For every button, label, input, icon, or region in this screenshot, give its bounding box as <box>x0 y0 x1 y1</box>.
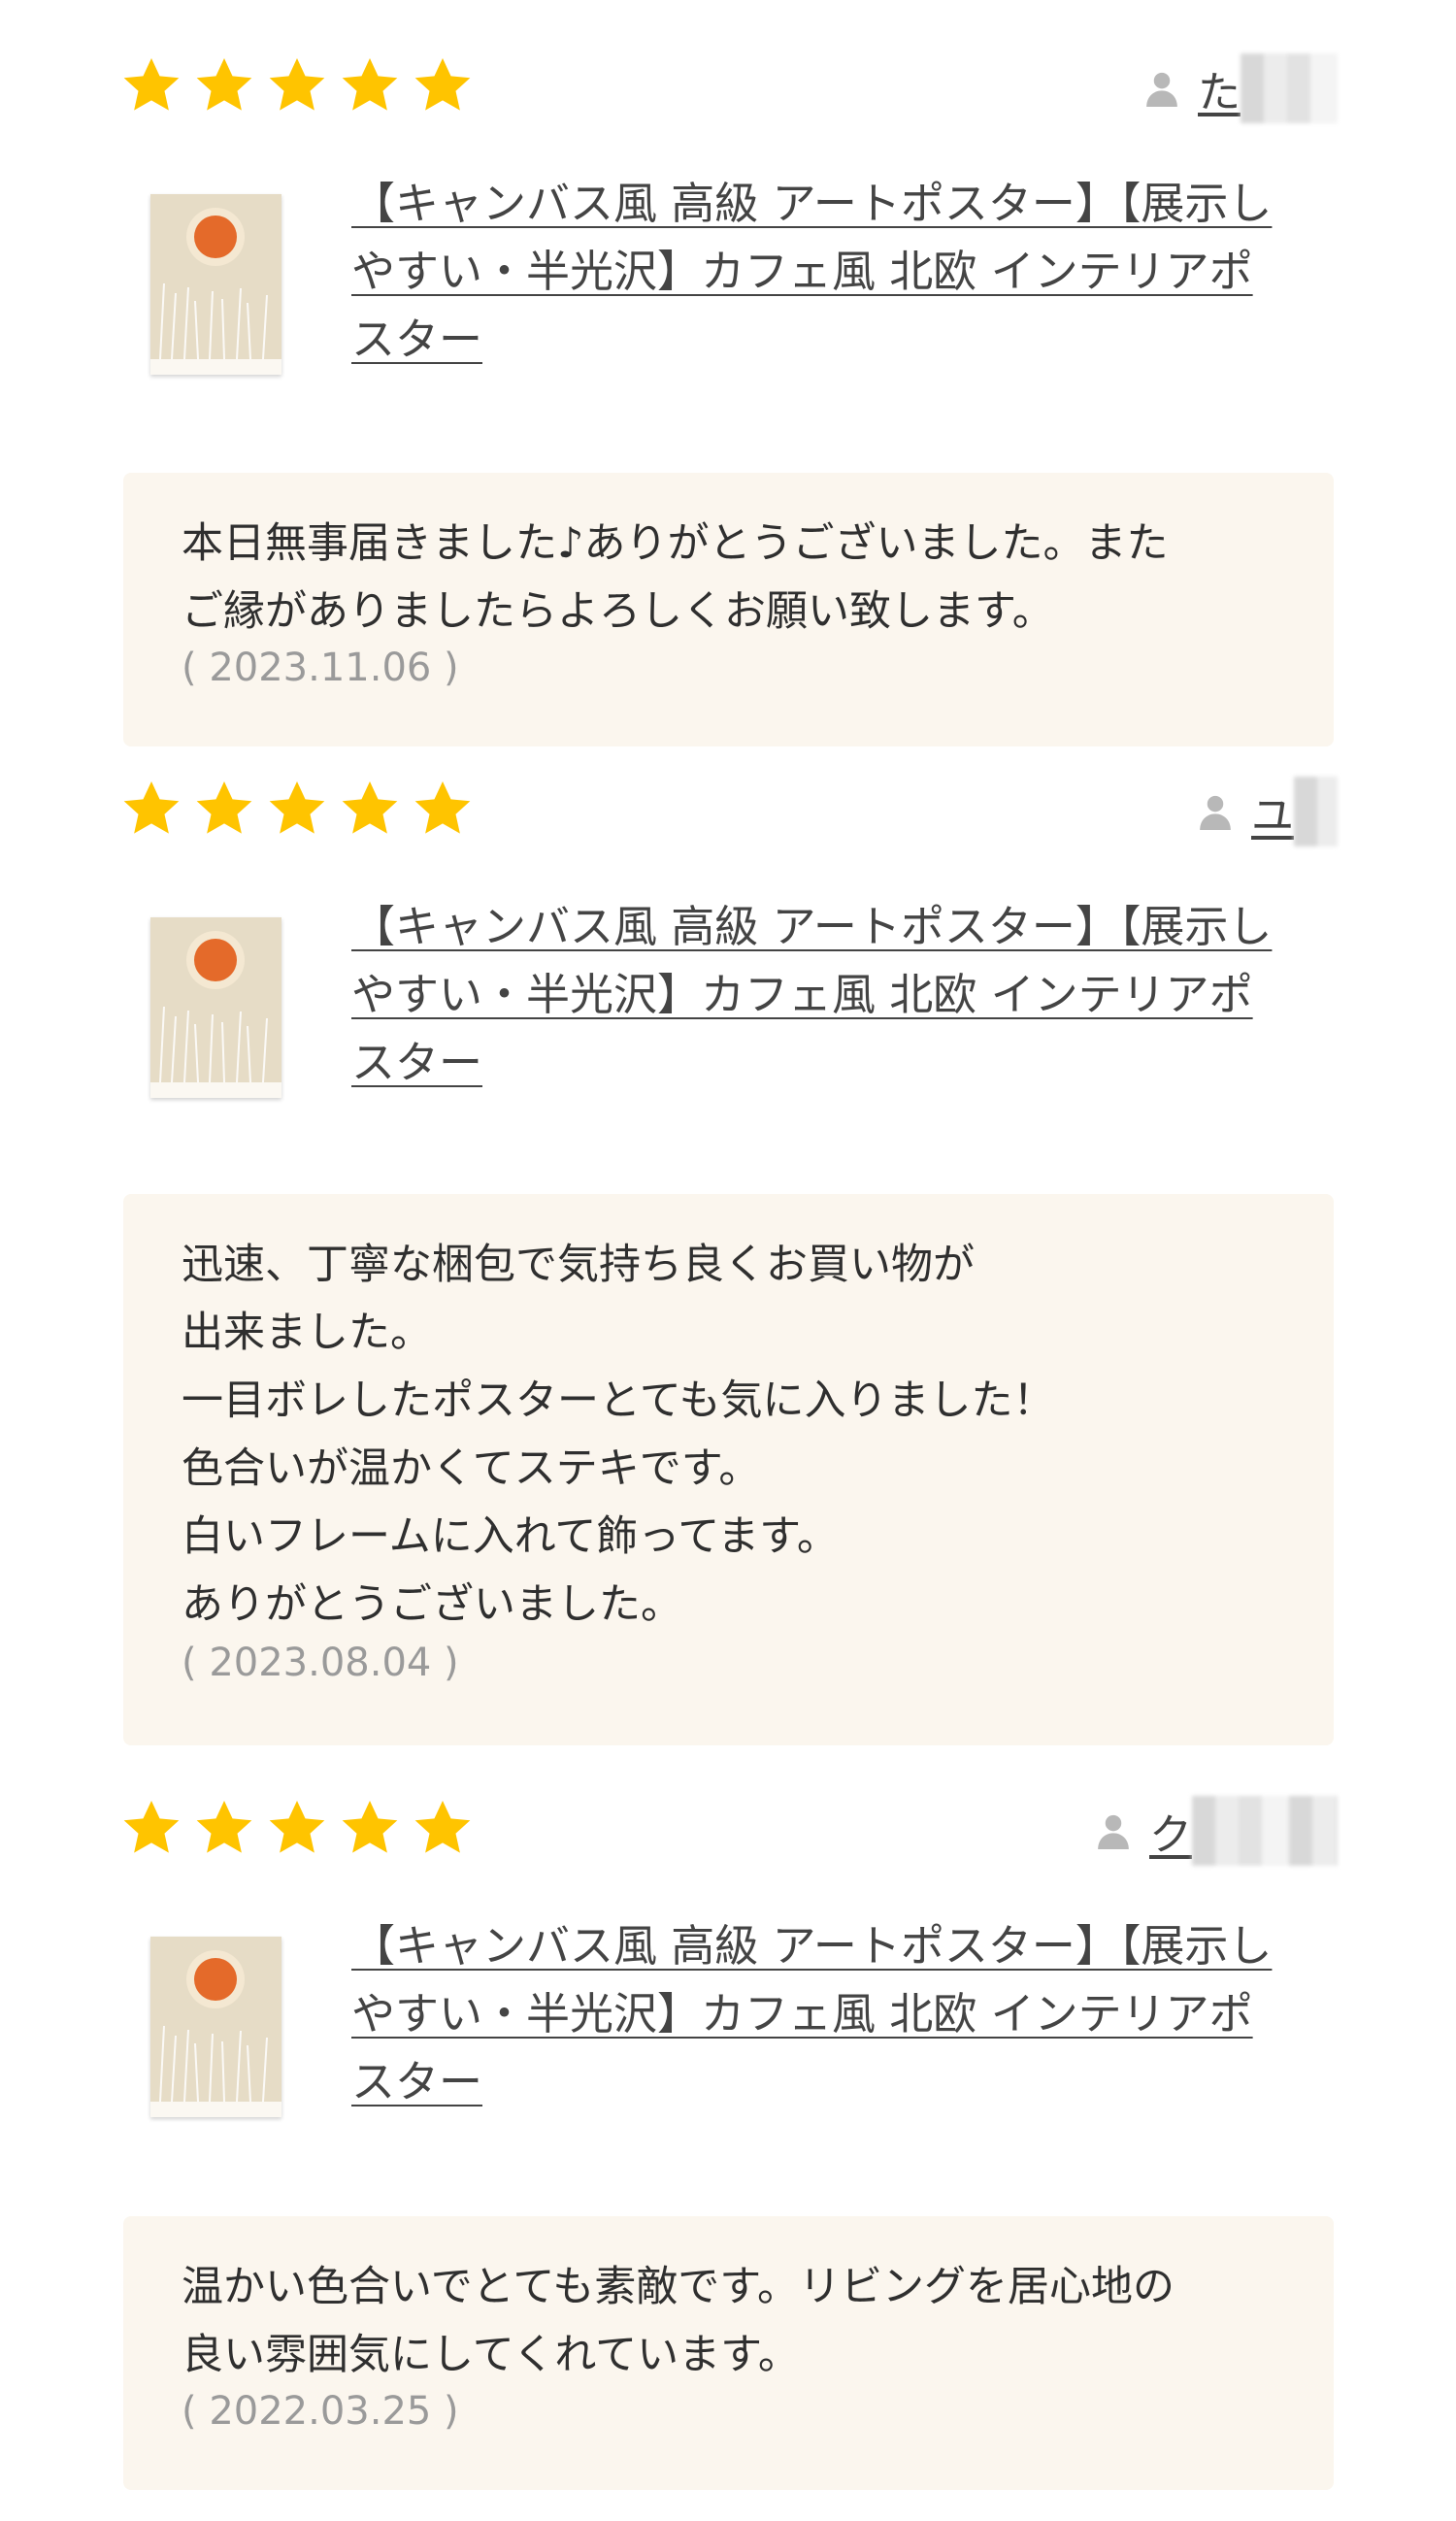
star-icon <box>269 57 325 111</box>
star-icon <box>196 1800 252 1853</box>
star-icon <box>123 1800 180 1853</box>
star-icon <box>123 780 180 834</box>
review-date: ( 2022.03.25 ) <box>182 2389 459 2434</box>
star-icon <box>414 780 471 834</box>
star-icon <box>414 57 471 111</box>
reviewer-name-blur <box>1192 1796 1338 1866</box>
product-thumbnail[interactable] <box>150 917 281 1098</box>
reviewer[interactable]: た <box>1143 53 1338 123</box>
reviewer-name[interactable]: ク <box>1149 1800 1192 1862</box>
product-link[interactable]: 【キャンバス風 高級 アートポスター】【展示し やすい・半光沢】カフェ風 北欧 … <box>351 1912 1322 2116</box>
reviewer-name[interactable]: た <box>1198 57 1241 119</box>
user-icon <box>1200 795 1231 830</box>
comment-box: 迅速、丁寧な梱包で気持ち良くお買い物が 出来ました。 一目ボレしたポスターとても… <box>123 1194 1334 1745</box>
star-icon <box>269 1800 325 1853</box>
reviewer[interactable]: ク <box>1095 1796 1338 1866</box>
user-icon <box>1146 72 1177 107</box>
review-date: ( 2023.11.06 ) <box>182 646 459 690</box>
star-icon <box>123 57 180 111</box>
comment-box: 温かい色合いでとても素敵です。リビングを居心地の 良い雰囲気にしてくれています。… <box>123 2216 1334 2490</box>
reviewer-name-blur <box>1241 53 1338 123</box>
star-rating <box>118 777 476 841</box>
poster-image <box>150 1937 281 2117</box>
product-link[interactable]: 【キャンバス風 高級 アートポスター】【展示し やすい・半光沢】カフェ風 北欧 … <box>351 170 1322 374</box>
poster-image <box>150 194 281 375</box>
product-thumbnail[interactable] <box>150 1937 281 2117</box>
star-icon <box>414 1800 471 1853</box>
star-rating <box>118 53 476 117</box>
star-icon <box>342 1800 398 1853</box>
star-icon <box>196 780 252 834</box>
star-icon <box>342 780 398 834</box>
reviewer[interactable]: ユ <box>1197 777 1338 846</box>
star-icon <box>196 57 252 111</box>
comment-box: 本日無事届きました♪ありがとうございました。また ご縁がありましたらよろしくお願… <box>123 473 1334 746</box>
reviewer-name[interactable]: ユ <box>1251 780 1294 843</box>
poster-image <box>150 917 281 1098</box>
product-link[interactable]: 【キャンバス風 高級 アートポスター】【展示し やすい・半光沢】カフェ風 北欧 … <box>351 893 1322 1097</box>
user-icon <box>1098 1814 1129 1849</box>
review-comment: 迅速、丁寧な梱包で気持ち良くお買い物が 出来ました。 一目ボレしたポスターとても… <box>182 1241 1055 1629</box>
star-rating <box>118 1796 476 1860</box>
star-icon <box>269 780 325 834</box>
review-comment: 本日無事届きました♪ありがとうございました。また ご縁がありましたらよろしくお願… <box>182 519 1169 636</box>
star-icon <box>342 57 398 111</box>
reviewer-name-blur <box>1294 777 1338 846</box>
review-date: ( 2023.08.04 ) <box>182 1641 459 1685</box>
review-comment: 温かい色合いでとても素敵です。リビングを居心地の 良い雰囲気にしてくれています。 <box>182 2263 1175 2379</box>
product-thumbnail[interactable] <box>150 194 281 375</box>
